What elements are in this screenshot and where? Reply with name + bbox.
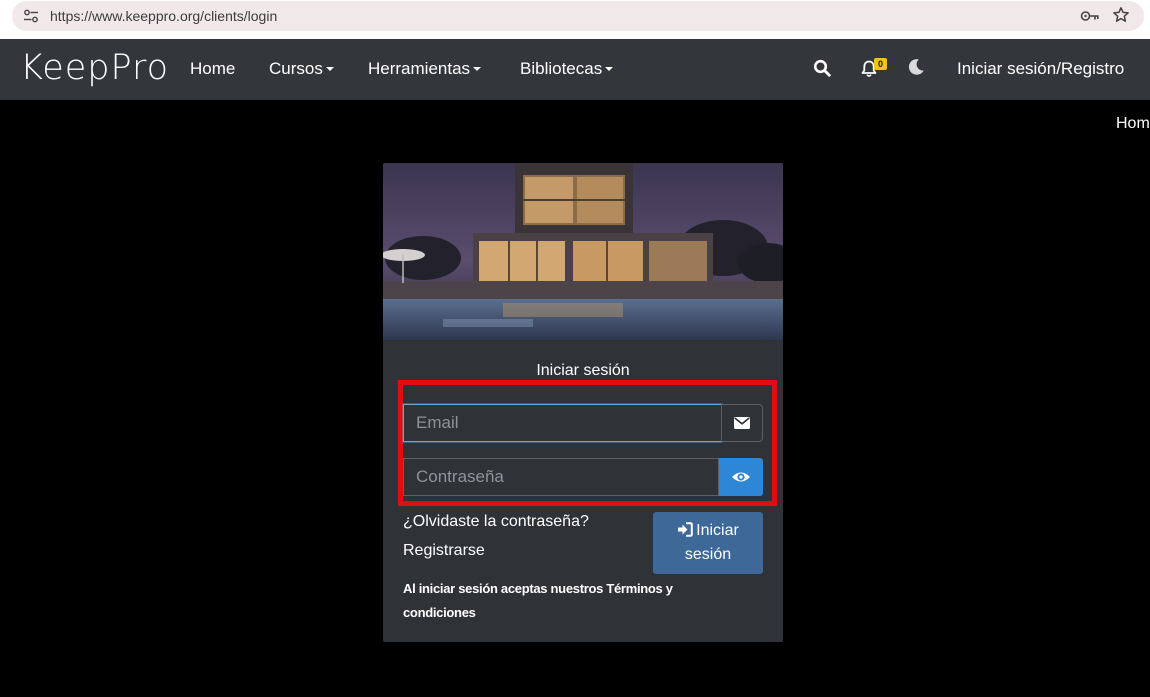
sign-in-icon xyxy=(678,522,693,537)
chevron-down-icon xyxy=(605,67,614,71)
site-settings-icon[interactable] xyxy=(23,9,39,23)
breadcrumb[interactable]: Hom xyxy=(1116,115,1150,133)
notification-badge: 0 xyxy=(874,58,887,70)
password-key-icon[interactable] xyxy=(1080,8,1100,24)
nav-bibliotecas-label: Bibliotecas xyxy=(520,59,603,78)
eye-icon xyxy=(732,472,750,482)
email-addon xyxy=(721,404,763,442)
house-hero-image xyxy=(383,163,783,340)
bookmark-star-icon[interactable] xyxy=(1112,6,1130,24)
forgot-password-link[interactable]: ¿Olvidaste la contraseña? xyxy=(403,513,589,531)
nav-cursos-label: Cursos xyxy=(269,59,323,78)
login-title: Iniciar sesión xyxy=(536,362,630,379)
nav-bibliotecas-dropdown[interactable]: Bibliotecas xyxy=(520,59,614,79)
nav-home[interactable]: Home xyxy=(190,59,235,79)
email-field[interactable] xyxy=(403,404,722,442)
login-register-link[interactable]: Iniciar sesión/Registro xyxy=(957,59,1124,79)
password-input-group xyxy=(403,458,763,496)
url-text[interactable]: https://www.keeppro.org/clients/login xyxy=(50,8,277,24)
email-input-group xyxy=(403,404,763,442)
envelope-icon xyxy=(734,417,750,429)
address-bar[interactable]: https://www.keeppro.org/clients/login xyxy=(12,1,1144,31)
nav-herramientas-dropdown[interactable]: Herramientas xyxy=(368,59,482,79)
browser-toolbar: https://www.keeppro.org/clients/login xyxy=(0,0,1150,39)
register-link[interactable]: Registrarse xyxy=(403,542,485,560)
terms-text: Al iniciar sesión aceptas nuestros Térmi… xyxy=(403,581,673,620)
password-field[interactable] xyxy=(403,458,719,496)
keeppro-logo[interactable]: KeepPro xyxy=(20,48,169,88)
nav-cursos-dropdown[interactable]: Cursos xyxy=(269,59,334,79)
chevron-down-icon xyxy=(325,67,334,71)
site-navbar: KeepPro Home Cursos Herramientas Bibliot… xyxy=(0,39,1150,100)
search-icon[interactable] xyxy=(813,59,831,77)
moon-icon[interactable] xyxy=(907,58,925,76)
notifications-button[interactable]: 0 xyxy=(861,58,889,80)
chevron-down-icon xyxy=(473,67,482,71)
login-card: Iniciar sesión ¿Olvidaste la contraseña?… xyxy=(383,163,783,642)
submit-login-button[interactable]: Iniciar sesión xyxy=(653,512,763,574)
show-password-button[interactable] xyxy=(719,458,763,496)
nav-herramientas-label: Herramientas xyxy=(368,59,471,78)
